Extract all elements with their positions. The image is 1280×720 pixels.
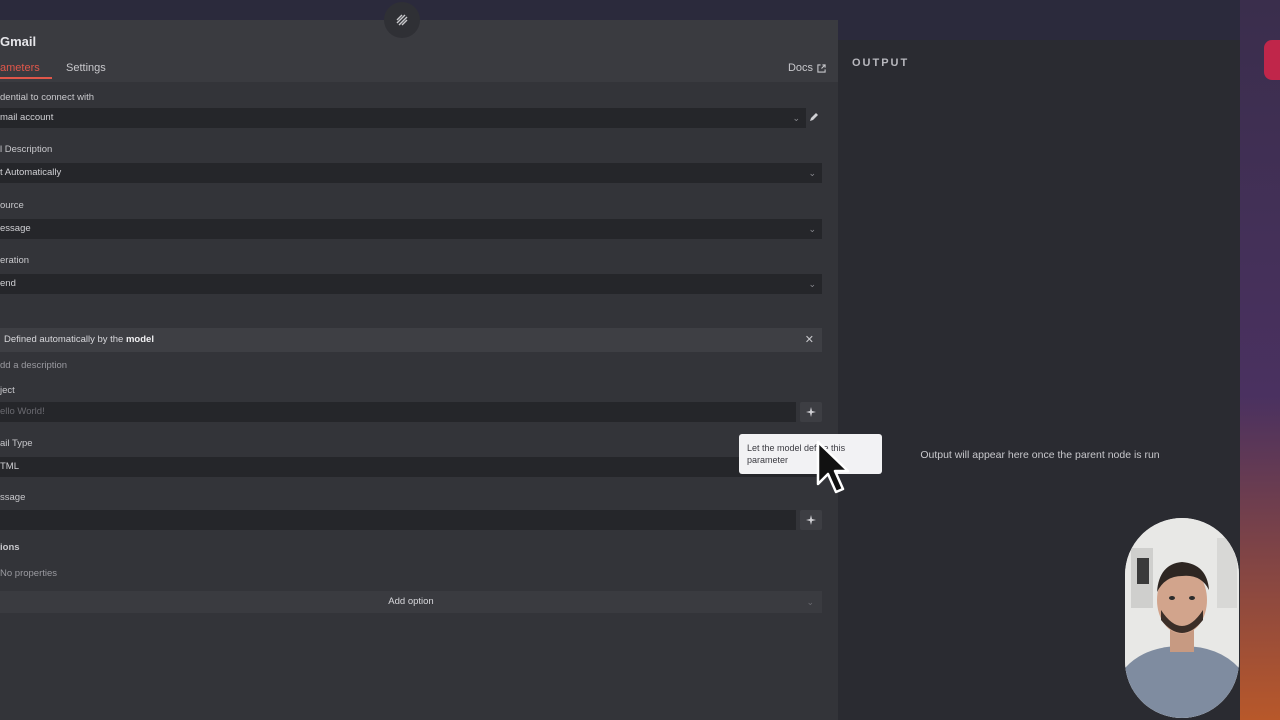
to-auto-defined-box: Defined automatically by the model ✕ (0, 328, 822, 352)
tool-description-select[interactable]: t Automatically ⌄ (0, 163, 822, 183)
tool-description-label: l Description (0, 144, 53, 155)
node-title: Gmail (0, 34, 37, 49)
resource-select[interactable]: essage ⌄ (0, 219, 822, 239)
active-tab-indicator (0, 77, 52, 79)
tab-settings[interactable]: Settings (66, 62, 106, 74)
auto-defined-model: model (125, 334, 154, 345)
operation-value: end (0, 278, 16, 289)
close-icon[interactable]: ✕ (805, 328, 814, 352)
panel-header: Gmail ameters Settings Docs (0, 20, 838, 82)
credential-value: mail account (0, 112, 54, 123)
presenter-avatar-icon (1125, 518, 1239, 718)
email-type-select[interactable]: TML (0, 457, 822, 477)
auto-defined-text: Defined automatically by the (4, 334, 126, 345)
tooltip: Let the model define this parameter (739, 434, 882, 474)
background-right-edge (1240, 0, 1280, 720)
tool-description-value: t Automatically (0, 167, 62, 178)
sparkle-icon (806, 515, 816, 525)
chevron-down-icon: ⌄ (806, 597, 814, 607)
edit-credential-button[interactable] (808, 110, 824, 126)
options-label: ions (0, 542, 20, 553)
tab-parameters[interactable]: ameters (0, 62, 40, 74)
add-description-link[interactable]: dd a description (0, 360, 67, 371)
chevron-down-icon: ⌄ (808, 279, 816, 289)
node-parameters-panel: Gmail ameters Settings Docs dential to c… (0, 20, 838, 720)
add-option-label: Add option (388, 596, 434, 607)
output-empty-message: Output will appear here once the parent … (920, 449, 1160, 461)
subject-label: ject (0, 385, 15, 396)
message-label: ssage (0, 492, 26, 503)
email-type-value: TML (0, 461, 19, 472)
credential-select[interactable]: mail account ⌄ (0, 108, 806, 128)
mouse-cursor-icon (816, 440, 850, 494)
resource-label: ource (0, 200, 24, 211)
subject-input[interactable]: ello World! (0, 402, 796, 422)
output-title: OUTPUT (852, 57, 910, 69)
let-model-define-button[interactable] (800, 510, 822, 530)
operation-select[interactable]: end ⌄ (0, 274, 822, 294)
email-type-label: ail Type (0, 438, 33, 449)
add-option-button[interactable]: Add option ⌄ (0, 591, 822, 613)
pencil-icon (810, 113, 818, 121)
chevron-down-icon: ⌄ (792, 113, 800, 123)
docs-label: Docs (787, 62, 813, 74)
webcam-overlay (1125, 518, 1239, 718)
let-model-define-button[interactable] (800, 402, 822, 422)
drag-handle-icon (396, 14, 408, 26)
message-input[interactable] (0, 510, 796, 530)
external-link-icon (817, 63, 826, 73)
chevron-down-icon: ⌄ (808, 224, 816, 234)
credential-label: dential to connect with (0, 92, 95, 103)
docs-link[interactable]: Docs (788, 62, 826, 74)
resource-value: essage (0, 223, 31, 234)
operation-label: eration (0, 255, 30, 266)
chevron-down-icon: ⌄ (808, 168, 816, 178)
panel-drag-handle[interactable] (384, 2, 420, 38)
sparkle-icon (806, 407, 816, 417)
no-properties-text: No properties (0, 568, 58, 579)
